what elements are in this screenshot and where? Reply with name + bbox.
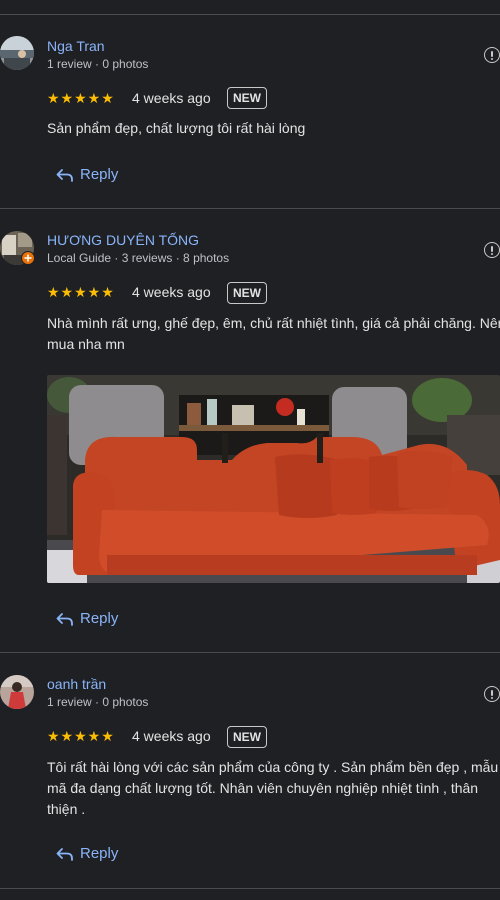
star-rating: ★★★★★: [47, 90, 115, 106]
reply-arrow-icon: [56, 168, 73, 182]
review-text: Sản phẩm đẹp, chất lượng tôi rất hài lòn…: [47, 120, 306, 136]
avatar[interactable]: [0, 36, 34, 70]
reviews-panel: Nga Tran 1 review · 0 photos ★★★★★ 4 wee…: [0, 0, 500, 900]
review-time: 4 weeks ago: [132, 728, 211, 744]
reply-button[interactable]: Reply: [56, 166, 118, 186]
reply-label: Reply: [80, 845, 119, 863]
reviewer-name[interactable]: oanh trần: [47, 676, 106, 692]
reply-button[interactable]: Reply: [56, 610, 118, 630]
review-text: Tôi rất hài lòng với các sản phẩm của cô…: [47, 759, 499, 817]
review-photo[interactable]: [47, 375, 500, 583]
reply-label: Reply: [80, 610, 119, 628]
divider: [0, 14, 500, 15]
reviewer-meta[interactable]: Local Guide · 3 reviews · 8 photos: [47, 251, 229, 265]
divider: [0, 208, 500, 209]
reply-arrow-icon: [56, 847, 73, 861]
reviewer-meta[interactable]: 1 review · 0 photos: [47, 695, 148, 709]
info-circle-icon[interactable]: [484, 47, 500, 63]
review-time: 4 weeks ago: [132, 284, 211, 300]
review-text: Nhà mình rất ưng, ghế đẹp, êm, chủ rất n…: [47, 315, 500, 352]
reply-button[interactable]: Reply: [56, 845, 118, 865]
new-badge: NEW: [227, 282, 267, 304]
new-badge: NEW: [227, 726, 267, 748]
reply-arrow-icon: [56, 612, 73, 626]
local-guide-badge-icon: [21, 251, 35, 265]
divider: [0, 652, 500, 653]
divider: [0, 888, 500, 889]
reply-label: Reply: [80, 166, 119, 184]
info-circle-icon[interactable]: [484, 686, 500, 702]
avatar[interactable]: [0, 675, 34, 709]
reviewer-name[interactable]: Nga Tran: [47, 38, 105, 54]
info-circle-icon[interactable]: [484, 242, 500, 258]
star-rating: ★★★★★: [47, 284, 115, 300]
new-badge: NEW: [227, 87, 267, 109]
reviewer-meta[interactable]: 1 review · 0 photos: [47, 57, 148, 71]
reviewer-name[interactable]: HƯƠNG DUYÊN TỐNG: [47, 232, 199, 248]
review-time: 4 weeks ago: [132, 90, 211, 106]
star-rating: ★★★★★: [47, 728, 115, 744]
